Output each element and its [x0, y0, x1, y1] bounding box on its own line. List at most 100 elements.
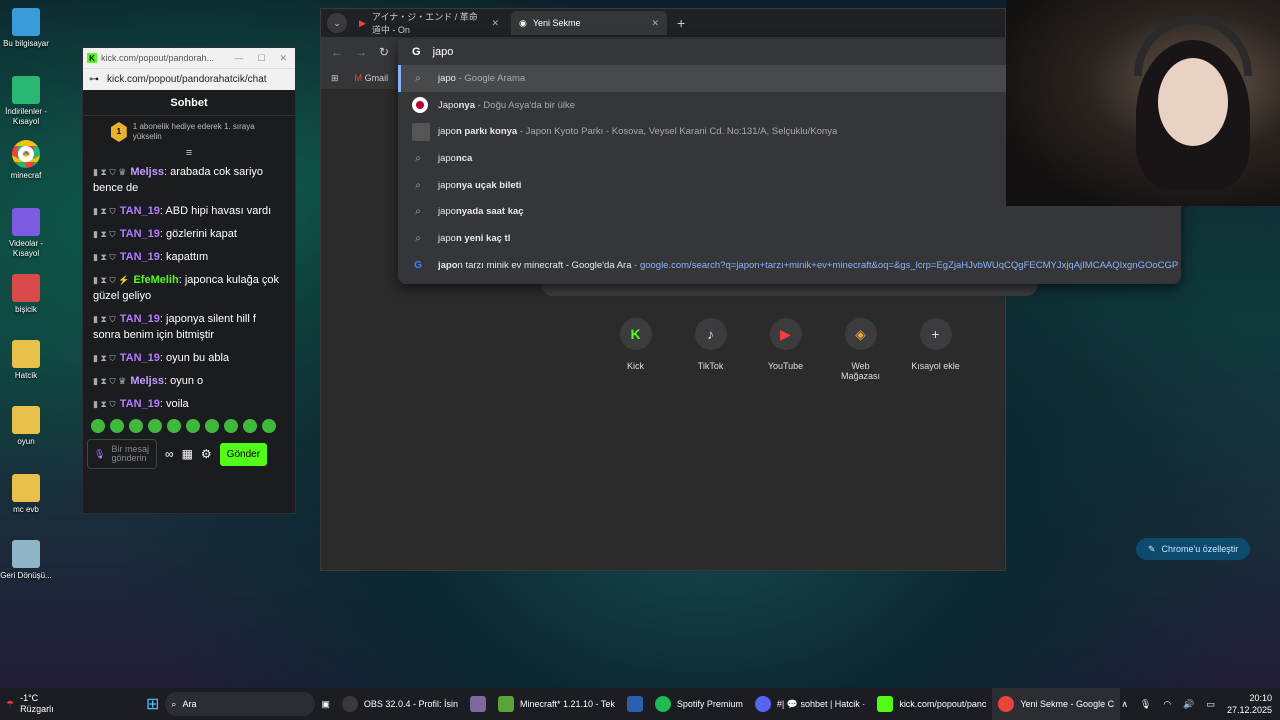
desktop-icon-videos[interactable]: Videolar - Kısayol: [0, 208, 52, 259]
taskbar-app-kick[interactable]: kick.com/popout/panc: [871, 688, 992, 720]
emote-icon[interactable]: [129, 419, 143, 433]
emote-icon[interactable]: [186, 419, 200, 433]
emote-icon[interactable]: [110, 419, 124, 433]
shortcut-kick[interactable]: K Kick: [610, 318, 661, 381]
tiktok-icon: ♪: [694, 318, 727, 350]
emote-icon[interactable]: [243, 419, 257, 433]
desktop-icon-mc-evb[interactable]: mc evb: [0, 474, 52, 515]
discord-icon: [754, 696, 771, 712]
shortcut-add[interactable]: + Kısayol ekle: [910, 318, 961, 381]
back-icon[interactable]: ←: [331, 45, 343, 59]
taskbar-app-chrome[interactable]: Yeni Sekme - Google C: [992, 688, 1121, 720]
chat-username[interactable]: TAN_19: [120, 313, 160, 325]
desktop-icon-oyun[interactable]: oyun: [0, 406, 52, 447]
chat-username[interactable]: EfeMelih: [133, 274, 178, 286]
apps-grid-icon[interactable]: ⊞: [331, 73, 339, 84]
minimize-icon[interactable]: —: [234, 53, 243, 64]
tab-search-icon[interactable]: ⌄: [327, 13, 347, 33]
search-icon: ⌕: [171, 698, 177, 709]
tab-strip: ⌄ ▶ アイナ・ジ・エンド / 革命道中 - On ✕ ◉ Yeni Sekme…: [321, 9, 1005, 37]
new-tab-button[interactable]: +: [671, 15, 691, 31]
badge-icons: ▮ ⧗ ⛉ ♛: [93, 376, 127, 386]
chat-username[interactable]: TAN_19: [120, 352, 160, 364]
taskbar-app[interactable]: [464, 688, 492, 720]
taskbar-app[interactable]: [621, 688, 649, 720]
collapse-icon[interactable]: ≡: [83, 148, 295, 159]
emote-icon[interactable]: [224, 419, 238, 433]
close-tab-icon[interactable]: ✕: [651, 18, 659, 29]
chevron-up-icon[interactable]: ∧: [1121, 699, 1128, 710]
system-tray: ∧ 🎙 ◠ 🔊 ▭ 20:10 27.12.2025: [1121, 688, 1272, 720]
chat-username[interactable]: TAN_19: [120, 205, 160, 217]
taskbar-app-obs[interactable]: OBS 32.0.4 - Profil: İsin: [336, 688, 464, 720]
taskbar-app-spotify[interactable]: Spotify Premium: [649, 688, 749, 720]
battery-icon[interactable]: ▭: [1206, 699, 1215, 710]
chat-username[interactable]: TAN_19: [120, 251, 160, 263]
emoji-icon[interactable]: ∞: [165, 447, 174, 461]
microphone-icon[interactable]: 🎙: [94, 449, 105, 460]
emote-icon[interactable]: [91, 419, 105, 433]
shortcut-web-store[interactable]: ◈ Web Mağazası: [835, 318, 886, 381]
chat-text: oyun bu abla: [166, 352, 230, 364]
emote-icon[interactable]: [148, 419, 162, 433]
start-button[interactable]: ⊞: [140, 688, 165, 720]
shortcut-tiktok[interactable]: ♪ TikTok: [685, 318, 736, 381]
kick-icon: K: [87, 53, 97, 63]
kick-icon: [877, 696, 894, 712]
search-icon: ⌕: [415, 179, 421, 191]
desktop-icon-this-pc[interactable]: Bu bilgisayar: [0, 8, 52, 49]
clock[interactable]: 20:10 27.12.2025: [1227, 692, 1272, 716]
chat-message: ▮ ⧗ ⛉ TAN_19: ABD hipi havası vardı: [93, 205, 272, 217]
chat-username[interactable]: Meljss: [130, 166, 164, 178]
maximize-icon[interactable]: ☐: [257, 53, 265, 64]
taskbar-search[interactable]: ⌕ Ara: [165, 692, 316, 716]
tab-youtube[interactable]: ▶ アイナ・ジ・エンド / 革命道中 - On ✕: [351, 11, 507, 35]
folder-icon: [12, 474, 40, 502]
app-icon: [469, 696, 486, 712]
emote-icon[interactable]: [167, 419, 181, 433]
customize-chrome-button[interactable]: ✎ Chrome'u özelleştir: [1136, 538, 1251, 560]
chrome-icon: [998, 696, 1015, 712]
chat-username[interactable]: TAN_19: [120, 398, 160, 410]
taskbar-app-discord[interactable]: #| 💬 sohbet | Hatcik ·: [749, 688, 871, 720]
suggestion-item[interactable]: ⌕ japon yeni kaç tl: [398, 225, 1181, 252]
chat-text: kapattım: [166, 251, 209, 263]
bookmark-gmail[interactable]: M Gmail: [355, 73, 389, 83]
chat-username[interactable]: Meljss: [130, 375, 164, 387]
recycle-bin-icon: [12, 540, 40, 568]
windows-icon: ⊞: [146, 696, 160, 713]
tab-new-tab[interactable]: ◉ Yeni Sekme ✕: [511, 11, 667, 35]
volume-icon[interactable]: 🔊: [1183, 699, 1194, 710]
google-icon: G: [412, 46, 421, 58]
chat-username[interactable]: TAN_19: [120, 228, 160, 240]
send-button[interactable]: Gönder: [219, 442, 268, 466]
close-tab-icon[interactable]: ✕: [491, 18, 499, 29]
taskbar-app-minecraft[interactable]: Minecraft* 1.21.10 - Tek: [492, 688, 621, 720]
weather-widget[interactable]: ☂ -1°C Rüzgarlı: [0, 688, 140, 720]
search-icon: ⌕: [415, 206, 421, 218]
wifi-icon[interactable]: ◠: [1163, 699, 1171, 710]
chat-url[interactable]: kick.com/popout/pandorahatcik/chat: [107, 74, 267, 85]
chat-window-title: kick.com/popout/pandorah...: [101, 53, 215, 63]
desktop-icon-bisicik[interactable]: bişicik: [0, 274, 52, 315]
desktop-icon-downloads[interactable]: İndirilenler - Kısayol: [0, 76, 52, 127]
microphone-icon[interactable]: 🎙: [1140, 699, 1151, 710]
desktop-icon-hatcik[interactable]: Hatcik: [0, 340, 52, 381]
desktop-icon-recycle-bin[interactable]: Geri Dönüşü...: [0, 540, 52, 581]
gear-icon[interactable]: ⚙: [201, 447, 212, 461]
omnibox-input[interactable]: japo: [433, 46, 454, 58]
reload-icon[interactable]: ↻: [379, 45, 389, 59]
site-info-icon[interactable]: ⊶: [89, 74, 99, 85]
forward-icon[interactable]: →: [355, 45, 367, 59]
store-icon[interactable]: ▦: [182, 447, 193, 461]
emote-icon[interactable]: [205, 419, 219, 433]
shortcut-youtube[interactable]: ▶ YouTube: [760, 318, 811, 381]
emote-icon[interactable]: [262, 419, 276, 433]
pinned-banner[interactable]: 1 1 abonelik hediye ederek 1. sıraya yük…: [83, 116, 295, 148]
search-icon: ⌕: [415, 152, 421, 164]
desktop-icon-minecraf[interactable]: minecraf: [0, 140, 52, 181]
task-view-icon[interactable]: ▣: [315, 688, 336, 720]
suggestion-item[interactable]: Gjapon tarzı minik ev minecraft - Google…: [398, 252, 1181, 279]
chat-input[interactable]: 🎙 Bir mesaj gönderin: [87, 439, 157, 469]
close-icon[interactable]: ✕: [279, 53, 287, 64]
